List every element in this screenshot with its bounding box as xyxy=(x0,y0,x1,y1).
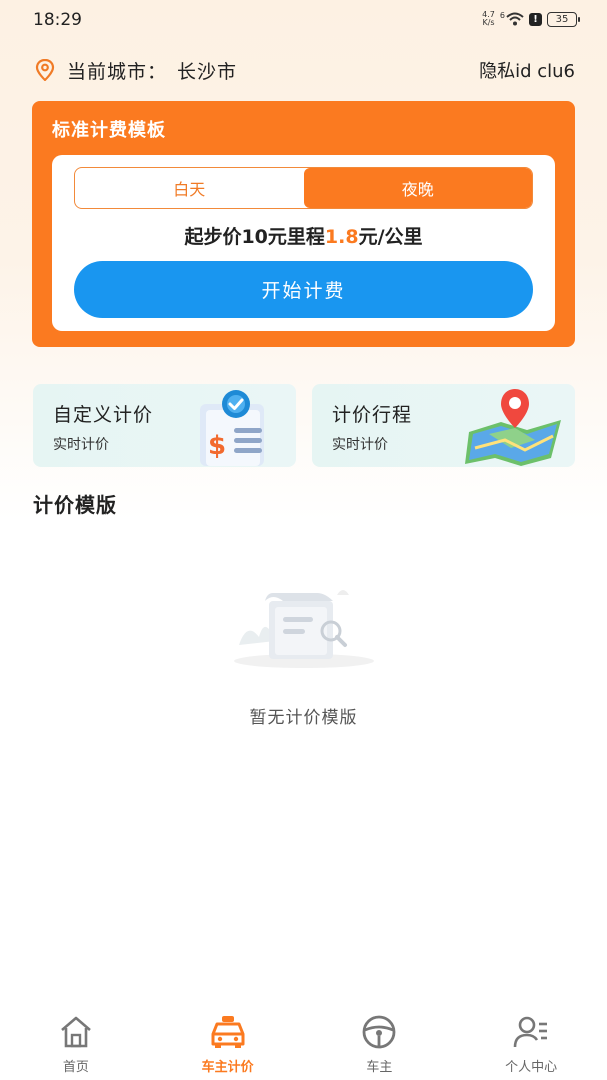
pricing-trip-card[interactable]: 计价行程 实时计价 xyxy=(312,384,575,467)
price-description: 起步价10元里程1.8元/公里 xyxy=(52,222,555,249)
steering-wheel-icon xyxy=(362,1015,396,1049)
empty-state-text: 暂无计价模版 xyxy=(249,708,358,728)
pricing-templates-heading: 计价模版 xyxy=(33,493,117,517)
taxi-icon xyxy=(211,1016,245,1048)
empty-document-icon xyxy=(234,590,374,668)
wifi-icon xyxy=(506,12,524,26)
user-icon xyxy=(513,1016,548,1048)
feature-subtitle: 实时计价 xyxy=(332,437,388,453)
nav-label: 车主计价 xyxy=(201,1060,254,1075)
nav-label: 车主 xyxy=(366,1060,393,1075)
signal-label: 6 xyxy=(499,11,505,20)
bottom-nav: 首页 车主计价 车主 个人中心 xyxy=(0,1000,607,1080)
day-night-toggle: 白天 夜晚 xyxy=(74,167,533,209)
template-card-body: 白天 夜晚 起步价10元里程1.8元/公里 开始计费 xyxy=(52,155,555,331)
price-suffix: 元/公里 xyxy=(358,226,423,248)
svg-text:$: $ xyxy=(208,431,226,461)
city-row: 当前城市： 长沙市 隐私id clu6 xyxy=(35,55,575,85)
status-bar: 18:29 4.7 K/s 6 ! 35 xyxy=(0,0,607,40)
custom-pricing-card[interactable]: 自定义计价 实时计价 $ xyxy=(33,384,296,467)
price-prefix: 起步价10元里程 xyxy=(184,226,325,248)
feature-title: 自定义计价 xyxy=(53,404,154,426)
standard-template-card: 标准计费模板 白天 夜晚 起步价10元里程1.8元/公里 开始计费 xyxy=(32,101,575,347)
nav-profile[interactable]: 个人中心 xyxy=(455,1000,607,1080)
net-speed: 4.7 K/s xyxy=(482,11,495,27)
feature-title: 计价行程 xyxy=(332,404,413,426)
status-icons: 4.7 K/s 6 ! 35 xyxy=(482,11,580,27)
location-pin-icon xyxy=(35,59,55,81)
net-speed-unit: K/s xyxy=(482,18,495,27)
nav-owner[interactable]: 车主 xyxy=(304,1000,456,1080)
template-card-title: 标准计费模板 xyxy=(52,120,166,141)
nav-owner-pricing[interactable]: 车主计价 xyxy=(152,1000,304,1080)
battery-icon: 35 xyxy=(547,11,580,27)
city-selector[interactable]: 长沙市 xyxy=(177,57,237,84)
nav-home[interactable]: 首页 xyxy=(0,1000,152,1080)
privacy-id: 隐私id clu6 xyxy=(479,61,575,82)
city-label: 当前城市： xyxy=(67,60,168,83)
price-list-icon: $ xyxy=(200,390,264,466)
home-icon xyxy=(61,1016,91,1048)
status-time: 18:29 xyxy=(33,10,82,30)
nav-label: 首页 xyxy=(62,1060,89,1075)
nav-label: 个人中心 xyxy=(505,1060,558,1075)
battery-level: 35 xyxy=(555,13,569,25)
price-per-km: 1.8 xyxy=(324,226,359,248)
feature-subtitle: 实时计价 xyxy=(53,437,109,453)
notification-alert-icon: ! xyxy=(529,12,542,26)
map-pin-icon xyxy=(465,389,561,466)
tab-day[interactable]: 白天 xyxy=(75,168,304,208)
tab-night[interactable]: 夜晚 xyxy=(303,168,532,208)
start-billing-button[interactable]: 开始计费 xyxy=(74,261,533,318)
